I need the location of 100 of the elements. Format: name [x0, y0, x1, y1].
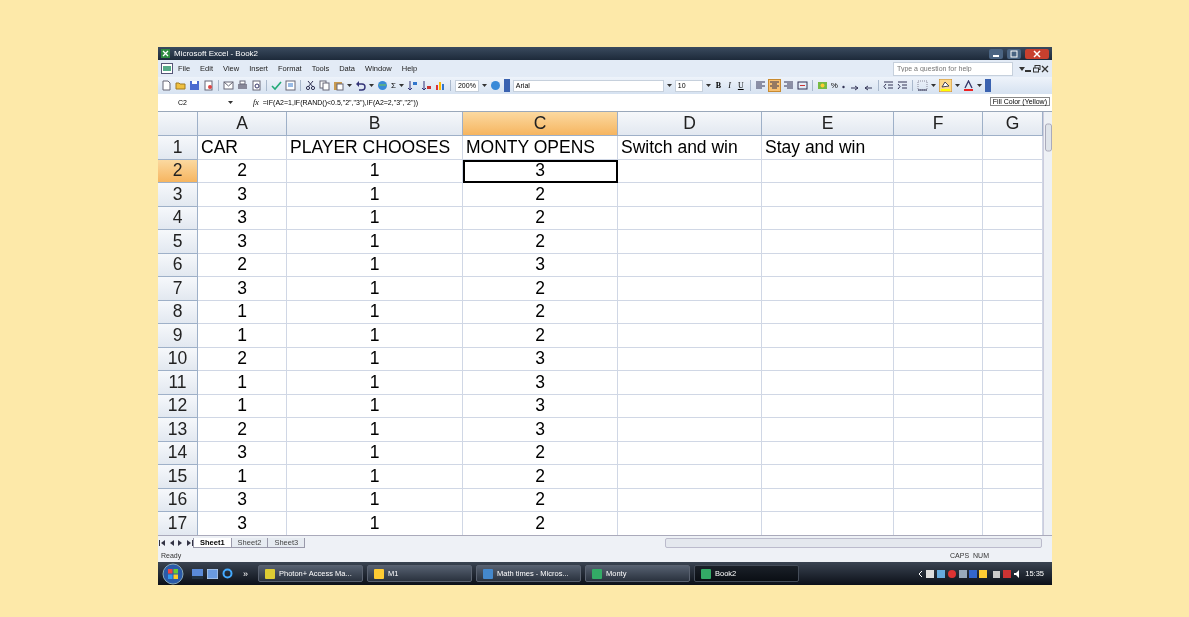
table-cell: 1 [287, 371, 463, 395]
minimize-icon[interactable] [989, 48, 1003, 59]
row-header[interactable]: 5 [158, 230, 198, 254]
table-cell: 1 [198, 371, 287, 395]
table-cell: 3 [463, 347, 618, 371]
increase-indent-icon[interactable] [896, 80, 908, 91]
table-cell: 3 [198, 488, 287, 512]
row-header[interactable]: 16 [158, 488, 198, 512]
dropdown-arrow-icon[interactable] [369, 84, 374, 87]
row-header[interactable]: 1 [158, 136, 198, 160]
table-cell: 3 [198, 230, 287, 254]
print-preview-icon[interactable] [251, 80, 262, 91]
browser-icon[interactable] [222, 568, 233, 579]
chart-icon[interactable] [434, 80, 446, 91]
app-icon [592, 568, 602, 579]
table-cell: 3 [463, 371, 618, 395]
dropdown-arrow-icon[interactable] [930, 84, 936, 87]
column-header[interactable]: D [618, 112, 762, 136]
overflow-chevron[interactable]: » [243, 568, 248, 579]
dropdown-arrow-icon[interactable] [228, 101, 233, 104]
column-header[interactable]: E [762, 112, 894, 136]
percent-button[interactable]: % [830, 81, 838, 90]
table-cell: 3 [198, 183, 287, 207]
row-header[interactable]: 9 [158, 324, 198, 348]
horizontal-scrollbar[interactable] [665, 537, 1042, 548]
folder-icon[interactable] [175, 80, 186, 91]
dropdown-arrow-icon[interactable] [976, 84, 982, 87]
dropdown-arrow-icon[interactable] [347, 84, 352, 87]
scissors-icon[interactable] [305, 80, 316, 91]
dropdown-arrow-icon[interactable] [1019, 66, 1025, 71]
row-header[interactable]: 4 [158, 206, 198, 230]
dropdown-arrow-icon[interactable] [398, 84, 404, 87]
row-header[interactable]: 13 [158, 418, 198, 442]
borders-icon[interactable] [916, 80, 928, 91]
row-header[interactable]: 6 [158, 253, 198, 277]
row-header[interactable]: 12 [158, 394, 198, 418]
row-header[interactable]: 8 [158, 300, 198, 324]
undo-icon[interactable] [355, 80, 366, 91]
close-icon[interactable] [1025, 48, 1049, 59]
table-cell: 1 [287, 324, 463, 348]
table-cell: 2 [463, 488, 618, 512]
row-header[interactable]: 10 [158, 347, 198, 371]
spelling-icon[interactable] [271, 80, 282, 91]
column-header[interactable]: B [287, 112, 463, 136]
table-cell: 3 [198, 441, 287, 465]
permission-icon[interactable] [203, 80, 214, 91]
underline-button[interactable]: U [735, 81, 746, 90]
align-right-icon[interactable] [782, 80, 794, 91]
table-cell: 3 [198, 206, 287, 230]
switch-windows-icon[interactable] [207, 568, 218, 579]
sort-ascending-icon[interactable] [406, 80, 418, 91]
maximize-icon[interactable] [1007, 48, 1021, 59]
table-cell: 2 [463, 300, 618, 324]
fill-color-icon[interactable] [938, 79, 952, 92]
column-header[interactable]: C [463, 112, 618, 136]
new-document-icon[interactable] [161, 80, 172, 91]
research-icon[interactable] [285, 80, 296, 91]
italic-button[interactable]: I [726, 81, 733, 90]
last-sheet-icon[interactable] [185, 538, 194, 547]
email-icon[interactable] [223, 80, 234, 91]
dropdown-arrow-icon[interactable] [705, 84, 711, 87]
column-header[interactable]: G [983, 112, 1043, 136]
row-header[interactable]: 15 [158, 465, 198, 489]
table-cell: 2 [463, 206, 618, 230]
dropdown-arrow-icon[interactable] [954, 84, 960, 87]
bold-button[interactable]: B [713, 81, 724, 90]
table-cell: 1 [287, 465, 463, 489]
autosum-button[interactable]: Σ [391, 81, 396, 90]
merge-center-icon[interactable] [796, 80, 808, 91]
column-header[interactable]: A [198, 112, 287, 136]
dropdown-arrow-icon[interactable] [481, 84, 487, 87]
align-left-icon[interactable] [754, 80, 766, 91]
table-cell: 3 [463, 394, 618, 418]
column-header[interactable]: F [894, 112, 983, 136]
save-icon[interactable] [189, 80, 200, 91]
dropdown-arrow-icon[interactable] [666, 84, 672, 87]
row-header[interactable]: 14 [158, 441, 198, 465]
first-sheet-icon[interactable] [158, 538, 167, 547]
restore-icon[interactable] [1033, 64, 1041, 73]
row-header[interactable]: 7 [158, 277, 198, 301]
close-icon[interactable] [1041, 64, 1049, 73]
sort-descending-icon[interactable] [420, 80, 432, 91]
window-title: Microsoft Excel - Book2 [174, 49, 259, 58]
row-header[interactable]: 2 [158, 159, 198, 183]
show-desktop-icon[interactable] [192, 568, 203, 579]
font-color-icon[interactable] [962, 80, 974, 91]
paste-icon[interactable] [333, 80, 344, 91]
tray-icons-drawing [919, 568, 990, 579]
insert-function-button[interactable]: fx [253, 98, 259, 107]
table-cell: 3 [198, 277, 287, 301]
table-cell: 1 [198, 300, 287, 324]
app-icon [483, 568, 493, 579]
row-header[interactable]: 17 [158, 512, 198, 535]
table-cell: 1 [287, 441, 463, 465]
row-header[interactable]: 3 [158, 183, 198, 207]
printer-icon[interactable] [237, 80, 248, 91]
decrease-indent-icon[interactable] [882, 80, 894, 91]
row-header[interactable]: 11 [158, 371, 198, 395]
vertical-scrollbar[interactable] [1043, 112, 1052, 535]
app-icon [701, 568, 711, 579]
